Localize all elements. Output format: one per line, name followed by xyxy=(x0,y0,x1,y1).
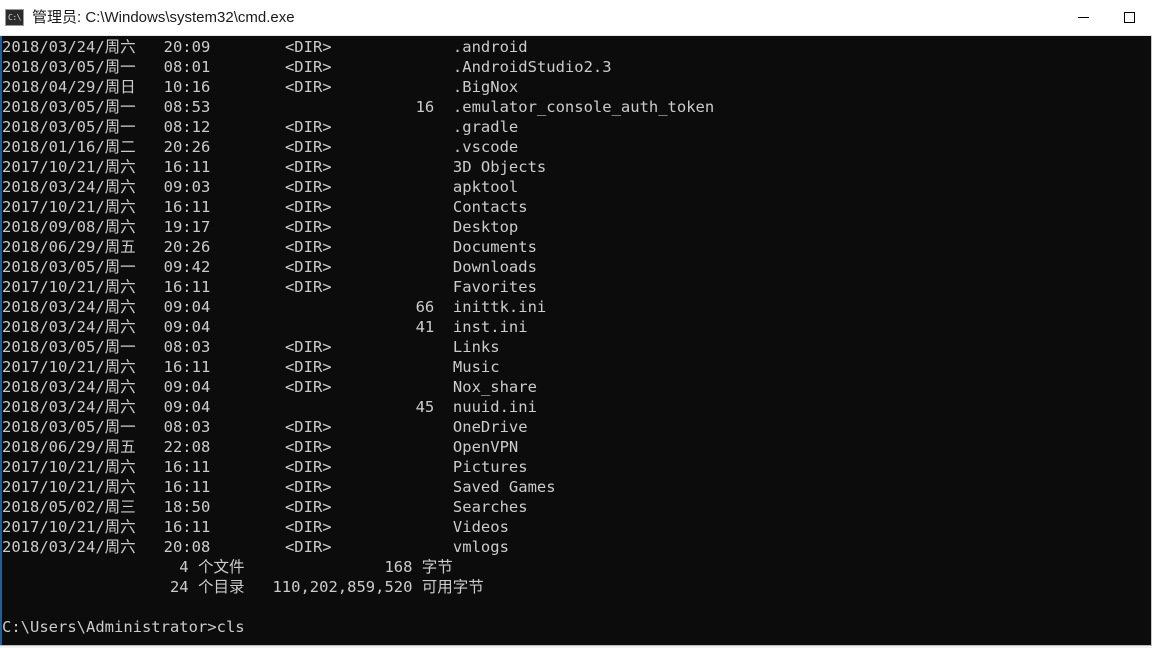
cmd-icon xyxy=(5,9,24,26)
cmd-window: 管理员: C:\Windows\system32\cmd.exe 2018/03… xyxy=(0,0,1152,648)
title-bar[interactable]: 管理员: C:\Windows\system32\cmd.exe xyxy=(0,0,1152,36)
window-controls xyxy=(1060,0,1152,36)
window-title: 管理员: C:\Windows\system32\cmd.exe xyxy=(32,8,295,26)
minimize-button[interactable] xyxy=(1060,0,1106,36)
console-output-area[interactable]: 2018/03/24/周六 20:09 <DIR> .android 2018/… xyxy=(0,36,1152,646)
title-bar-left: 管理员: C:\Windows\system32\cmd.exe xyxy=(0,8,1060,28)
minimize-icon xyxy=(1077,17,1089,18)
console-text: 2018/03/24/周六 20:09 <DIR> .android 2018/… xyxy=(2,38,715,636)
maximize-icon xyxy=(1123,12,1135,23)
maximize-button[interactable] xyxy=(1106,0,1152,36)
